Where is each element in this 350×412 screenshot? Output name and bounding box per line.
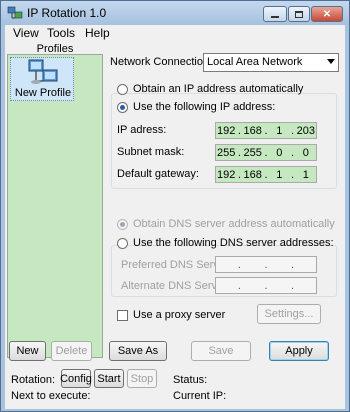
network-computers-icon <box>28 59 58 84</box>
network-connection-value: Local Area Network <box>207 56 303 68</box>
use-ip-manual-label[interactable]: Use the following IP address: <box>133 101 275 113</box>
subnet-octet-1: 255 <box>217 146 236 159</box>
delete-profile-button[interactable]: Delete <box>51 341 92 361</box>
network-app-icon <box>7 6 23 19</box>
maximize-button[interactable] <box>288 6 310 22</box>
proxy-settings-button[interactable]: Settings... <box>257 304 321 324</box>
ip-address-input[interactable]: 192. 168. 1. 203 <box>215 122 317 139</box>
menu-view[interactable]: View <box>9 26 43 40</box>
menu-help[interactable]: Help <box>81 26 114 40</box>
new-profile-button[interactable]: New <box>9 341 46 361</box>
client-area: View Tools Help Profiles New Profile New <box>5 25 345 409</box>
obtain-ip-auto-label[interactable]: Obtain an IP address automatically <box>133 83 303 95</box>
app-window: IP Rotation 1.0 ✕ View Tools Help Profil… <box>0 0 350 412</box>
gateway-octet-3: 1 <box>276 168 283 181</box>
profile-item-new-profile[interactable]: New Profile <box>10 57 74 101</box>
use-dns-manual-radio[interactable] <box>117 238 128 249</box>
ip-octet-4: 203 <box>296 124 315 137</box>
ip-octet-1: 192 <box>217 124 236 137</box>
subnet-mask-input[interactable]: 255. 255. 0. 0 <box>215 144 317 161</box>
profiles-list[interactable]: New Profile <box>7 54 103 358</box>
current-ip-label: Current IP: <box>173 390 227 402</box>
preferred-dns-input[interactable]: . . . <box>215 256 317 273</box>
chevron-down-icon <box>327 59 335 64</box>
network-settings-panel: Network Connections: Local Area Network … <box>107 49 343 353</box>
obtain-dns-auto-label[interactable]: Obtain DNS server address automatically <box>133 218 335 230</box>
minimize-button[interactable] <box>263 6 287 22</box>
subnet-octet-4: 0 <box>302 146 309 159</box>
use-proxy-label[interactable]: Use a proxy server <box>133 309 225 321</box>
subnet-mask-label: Subnet mask: <box>117 146 185 158</box>
alternate-dns-label: Alternate DNS Server: <box>121 280 230 292</box>
apply-button[interactable]: Apply <box>269 341 329 361</box>
save-as-button[interactable]: Save As <box>109 341 167 361</box>
obtain-dns-auto-radio[interactable] <box>117 219 128 230</box>
use-ip-manual-radio[interactable] <box>117 102 128 113</box>
default-gateway-label: Default gateway: <box>117 168 199 180</box>
default-gateway-input[interactable]: 192. 168. 1. 1 <box>215 166 317 183</box>
obtain-ip-auto-radio[interactable] <box>117 84 128 95</box>
gateway-octet-1: 192 <box>217 168 236 181</box>
save-button[interactable]: Save <box>191 341 251 361</box>
ip-octet-3: 1 <box>276 124 283 137</box>
title-bar[interactable]: IP Rotation 1.0 ✕ <box>1 1 349 25</box>
subnet-octet-2: 255 <box>243 146 262 159</box>
minimize-icon <box>271 15 279 18</box>
network-connections-label: Network Connections: <box>110 56 218 68</box>
window-title: IP Rotation 1.0 <box>27 6 107 20</box>
use-dns-manual-label[interactable]: Use the following DNS server addresses: <box>133 237 334 249</box>
alternate-dns-input[interactable]: . . . <box>215 277 317 294</box>
menu-bar: View Tools Help <box>5 25 345 43</box>
close-button[interactable]: ✕ <box>311 6 343 22</box>
subnet-octet-3: 0 <box>276 146 283 159</box>
network-connection-select[interactable]: Local Area Network <box>203 53 339 72</box>
status-label: Status: <box>173 374 208 386</box>
menu-tools[interactable]: Tools <box>43 26 79 40</box>
ip-address-label: IP adress: <box>117 124 167 136</box>
next-to-execute-label: Next to execute: <box>11 390 91 402</box>
maximize-icon <box>295 10 303 18</box>
start-button[interactable]: Start <box>94 369 124 388</box>
gateway-octet-2: 168 <box>243 168 262 181</box>
config-button[interactable]: Config <box>60 369 92 388</box>
profile-label: New Profile <box>14 87 72 99</box>
rotation-label: Rotation: <box>11 374 56 386</box>
close-icon: ✕ <box>322 8 332 20</box>
use-proxy-checkbox[interactable] <box>117 310 128 321</box>
ip-octet-2: 168 <box>243 124 262 137</box>
stop-button[interactable]: Stop <box>127 369 157 388</box>
gateway-octet-4: 1 <box>302 168 309 181</box>
